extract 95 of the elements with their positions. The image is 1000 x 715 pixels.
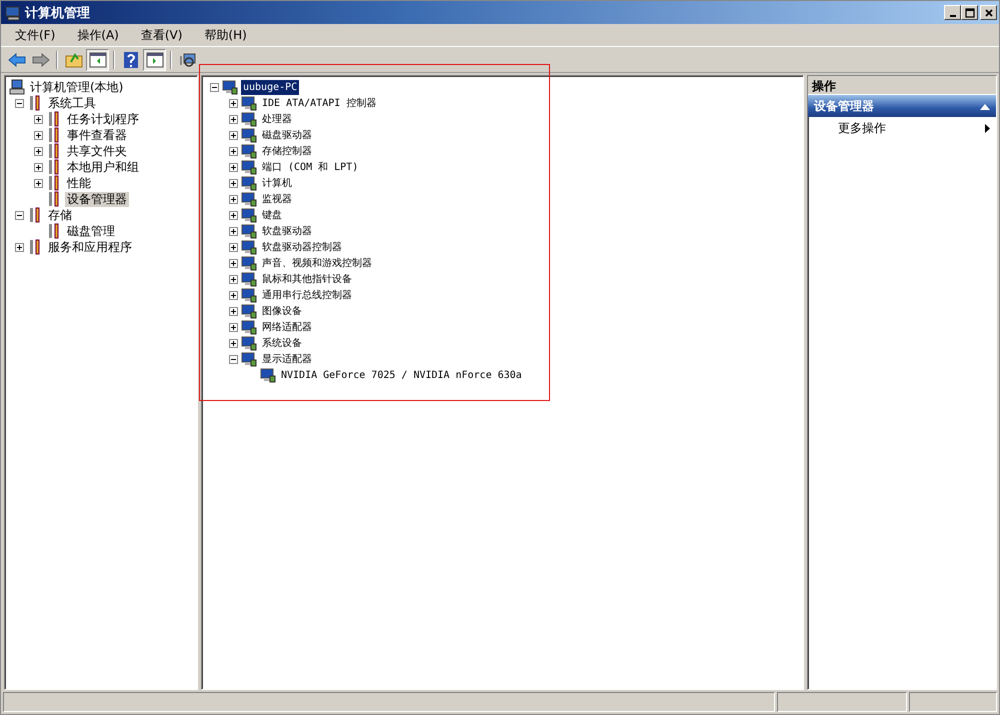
tree-item[interactable]: uubuge-PC: [241, 80, 300, 94]
menu-item[interactable]: 操作(A): [69, 24, 127, 46]
device-icon: [241, 239, 257, 255]
expand-toggle[interactable]: [229, 322, 238, 332]
expand-toggle[interactable]: [34, 146, 43, 156]
maximize-icon: [964, 8, 974, 18]
tree-item[interactable]: 通用串行总线控制器: [260, 288, 354, 302]
tree-item[interactable]: 键盘: [260, 208, 284, 222]
device-icon: [241, 271, 257, 287]
tree-item[interactable]: 存储: [46, 208, 74, 222]
tree-item[interactable]: 共享文件夹: [65, 144, 129, 158]
tree-item[interactable]: 计算机管理(本地): [28, 80, 126, 94]
close-button[interactable]: [980, 5, 997, 20]
device-icon: [241, 335, 257, 351]
tree-item[interactable]: 事件查看器: [65, 128, 129, 142]
computer-icon: [9, 79, 25, 95]
expand-toggle[interactable]: [229, 194, 238, 204]
device-icon: [260, 367, 276, 383]
minimize-button[interactable]: [944, 5, 961, 20]
device-icon: [241, 223, 257, 239]
section-title: 设备管理器: [814, 98, 874, 114]
tree-item[interactable]: 存储控制器: [260, 144, 314, 158]
device-icon: [241, 143, 257, 159]
expand-toggle[interactable]: [229, 146, 238, 156]
device-icon: [241, 159, 257, 175]
expand-toggle[interactable]: [229, 98, 238, 108]
tree-item[interactable]: 磁盘管理: [65, 224, 117, 238]
tree-item[interactable]: 本地用户和组: [65, 160, 141, 174]
expand-toggle[interactable]: [229, 242, 238, 252]
tree-item[interactable]: 处理器: [260, 112, 294, 126]
device-icon: [241, 255, 257, 271]
expand-toggle[interactable]: [34, 162, 43, 172]
device-icon: [241, 95, 257, 111]
tree-item[interactable]: NVIDIA GeForce 7025 / NVIDIA nForce 630a: [279, 368, 524, 382]
menu-item[interactable]: 文件(F): [7, 24, 64, 46]
device-icon: [241, 303, 257, 319]
expand-toggle[interactable]: [229, 274, 238, 284]
expand-toggle[interactable]: [229, 226, 238, 236]
action-pane-button[interactable]: [143, 48, 166, 70]
tree-item[interactable]: 性能: [65, 176, 93, 190]
expand-toggle[interactable]: [229, 338, 238, 348]
tree-item[interactable]: 端口 (COM 和 LPT): [260, 160, 360, 174]
expand-toggle[interactable]: [229, 178, 238, 188]
device-icon: [241, 319, 257, 335]
tree-item[interactable]: 系统工具: [46, 96, 98, 110]
tree-item[interactable]: 设备管理器: [65, 192, 129, 206]
tree-item[interactable]: 监视器: [260, 192, 294, 206]
device-icon: [241, 127, 257, 143]
device-icon: [241, 287, 257, 303]
window-title: 计算机管理: [25, 4, 90, 22]
tree-item[interactable]: 计算机: [260, 176, 294, 190]
collapse-toggle[interactable]: [210, 82, 219, 92]
collapse-toggle[interactable]: [229, 354, 238, 364]
expand-toggle[interactable]: [34, 114, 43, 124]
expand-toggle[interactable]: [15, 242, 24, 252]
action-link[interactable]: 更多操作: [838, 120, 886, 137]
device-icon: [241, 111, 257, 127]
tree-item[interactable]: 任务计划程序: [65, 112, 141, 126]
close-icon: [984, 8, 994, 18]
expand-toggle[interactable]: [229, 210, 238, 220]
menu-item[interactable]: 帮助(H): [196, 24, 255, 46]
computer-icon: [5, 4, 21, 20]
pane-header: 操作: [808, 76, 996, 95]
expand-toggle[interactable]: [229, 290, 238, 300]
expand-toggle[interactable]: [34, 178, 43, 188]
tree-item[interactable]: 系统设备: [260, 336, 304, 350]
expand-toggle[interactable]: [229, 130, 238, 140]
expand-toggle[interactable]: [229, 162, 238, 172]
menu-item[interactable]: 查看(V): [132, 24, 190, 46]
tree-item[interactable]: 网络适配器: [260, 320, 314, 334]
device-icon: [241, 191, 257, 207]
device-icon: [241, 207, 257, 223]
expand-toggle[interactable]: [229, 114, 238, 124]
submenu-arrow-icon: [985, 122, 990, 136]
device-icon: [241, 351, 257, 367]
tree-item[interactable]: 软盘驱动器控制器: [260, 240, 344, 254]
tree-item[interactable]: 显示适配器: [260, 352, 314, 366]
maximize-button[interactable]: [961, 5, 978, 20]
tree-item[interactable]: IDE ATA/ATAPI 控制器: [260, 96, 378, 110]
tree-item[interactable]: 服务和应用程序: [46, 240, 134, 254]
section-header[interactable]: 设备管理器: [808, 95, 996, 117]
tree-item[interactable]: 声音、视频和游戏控制器: [260, 256, 374, 270]
tree-item[interactable]: 图像设备: [260, 304, 304, 318]
collapse-toggle[interactable]: [15, 210, 24, 220]
expand-toggle[interactable]: [229, 306, 238, 316]
device-icon: [241, 175, 257, 191]
tree-pane-button[interactable]: [86, 48, 109, 70]
collapse-toggle[interactable]: [15, 98, 24, 108]
tree-item[interactable]: 鼠标和其他指针设备: [260, 272, 354, 286]
device-icon: [222, 79, 238, 95]
minimize-icon: [950, 15, 956, 17]
tree-item[interactable]: 磁盘驱动器: [260, 128, 314, 142]
expand-toggle[interactable]: [34, 130, 43, 140]
expand-toggle[interactable]: [229, 258, 238, 268]
tree-item[interactable]: 软盘驱动器: [260, 224, 314, 238]
